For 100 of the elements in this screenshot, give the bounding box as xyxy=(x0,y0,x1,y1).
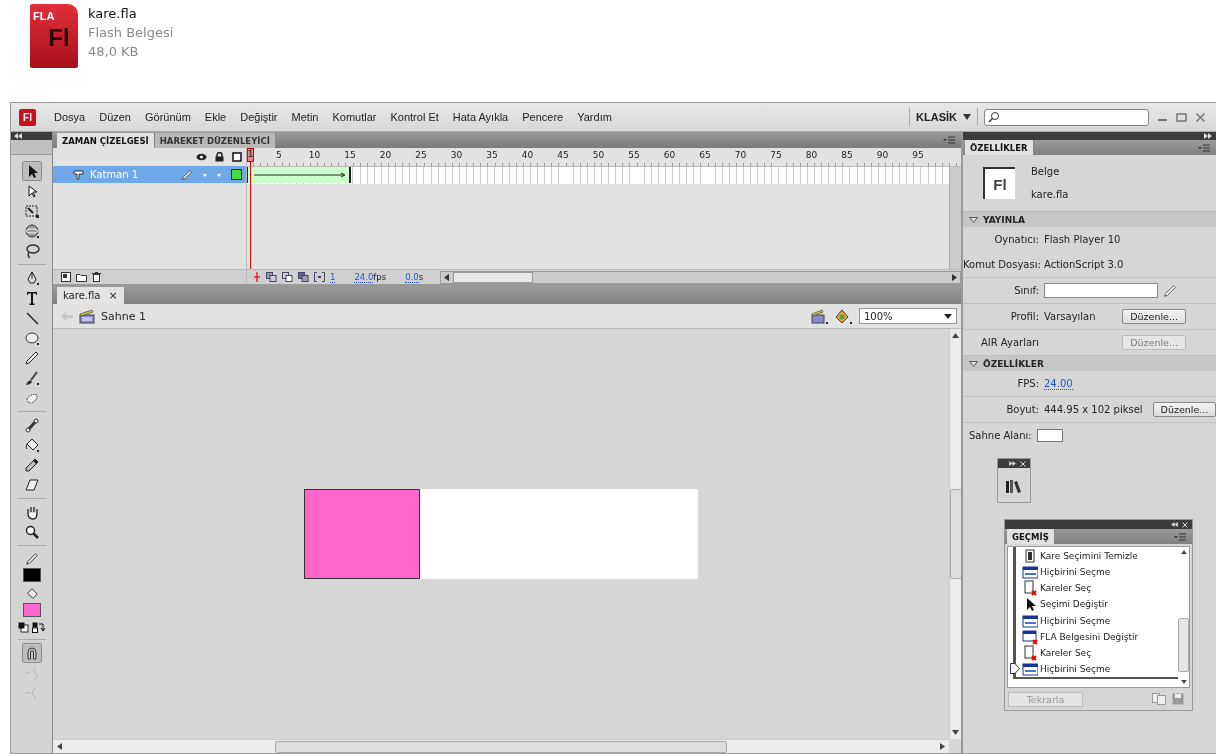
folder-icon[interactable] xyxy=(76,272,87,282)
scroll-down-icon[interactable] xyxy=(952,730,959,735)
bone-icon xyxy=(23,417,40,433)
stage-canvas[interactable] xyxy=(304,489,698,579)
menu-item[interactable]: Pencere xyxy=(515,111,571,123)
vertical-scrollbar[interactable] xyxy=(949,329,961,739)
frame-rate[interactable]: 24.0 xyxy=(354,271,374,283)
edit-button[interactable]: Düzenle... xyxy=(1152,402,1216,417)
menu-item[interactable]: Hata Ayıkla xyxy=(445,111,516,123)
lock-icon[interactable] xyxy=(215,152,224,162)
layer-color-square[interactable] xyxy=(231,169,242,180)
history-item[interactable]: FLA Belgesini Değiştir xyxy=(1010,628,1178,645)
menu-item[interactable]: Değiştir xyxy=(233,111,285,123)
menu-item[interactable]: Dosya xyxy=(47,111,93,123)
panel-tab[interactable]: ÖZELLİKLER xyxy=(965,140,1034,155)
collapse-icon[interactable] xyxy=(1171,522,1178,527)
scroll-right-icon[interactable] xyxy=(940,743,945,750)
expand-icon[interactable] xyxy=(1009,461,1016,466)
menu-item[interactable]: Kontrol Et xyxy=(383,111,446,123)
panel-tab[interactable]: GEÇMİŞ xyxy=(1007,529,1055,544)
tween-span[interactable] xyxy=(247,167,351,183)
current-frame[interactable]: 1 xyxy=(330,271,336,283)
menu-item[interactable]: Düzen xyxy=(92,111,138,123)
stage-color-swatch[interactable] xyxy=(1036,429,1063,442)
scroll-up-icon[interactable] xyxy=(952,333,959,338)
elapsed-time[interactable]: 0.0 xyxy=(405,271,419,283)
onion-skin-icon[interactable] xyxy=(266,272,277,282)
horizontal-scrollbar[interactable] xyxy=(53,739,949,753)
horizontal-scrollbar[interactable] xyxy=(440,270,961,284)
frame-number: 85 xyxy=(843,150,851,160)
onion-markers-icon[interactable] xyxy=(314,272,325,282)
close-tab-button[interactable]: × xyxy=(108,289,118,302)
playhead-center-icon[interactable] xyxy=(253,272,261,282)
vertical-scrollbar[interactable] xyxy=(949,167,961,269)
edit-button[interactable]: Düzenle... xyxy=(1122,309,1186,324)
menu-item[interactable]: Komutlar xyxy=(325,111,384,123)
workspace-dropdown[interactable]: KLASİK xyxy=(916,111,971,123)
scroll-down-icon[interactable] xyxy=(1180,680,1187,684)
books-icon[interactable] xyxy=(1005,478,1023,494)
menu-item[interactable]: Metin xyxy=(284,111,326,123)
disclosure-icon xyxy=(969,360,978,367)
zoom-icon xyxy=(23,524,40,540)
property-value[interactable]: 24.00 xyxy=(1044,377,1073,390)
rectangle-shape[interactable] xyxy=(304,489,420,579)
frame-ruler[interactable]: 1 5 10 15 20 25 30 35 40 45 50 55 60 65 70 75 80 85 90 95 xyxy=(247,148,961,167)
history-slider-icon[interactable] xyxy=(1010,663,1020,675)
scroll-left-icon[interactable] xyxy=(57,743,62,750)
scene-name[interactable]: Sahne 1 xyxy=(101,309,146,323)
lasso-icon xyxy=(23,243,40,259)
default-colors-icon[interactable] xyxy=(18,622,29,633)
maximize-icon[interactable] xyxy=(1176,111,1187,123)
tool-option-button[interactable] xyxy=(21,643,42,663)
history-item[interactable]: Kareler Seç xyxy=(1010,644,1178,661)
scroll-thumb[interactable] xyxy=(453,271,534,283)
document-tab[interactable]: kare.fla × xyxy=(57,287,124,304)
tool-button[interactable] xyxy=(21,161,42,181)
menu-item[interactable]: Yardım xyxy=(570,111,619,123)
panel-grip[interactable] xyxy=(11,140,52,155)
history-item[interactable]: Kareler Seç xyxy=(1010,580,1178,597)
class-input-field[interactable] xyxy=(1044,283,1158,298)
edit-scene-icon[interactable] xyxy=(811,308,829,324)
history-item[interactable]: Hiçbirini Seçme xyxy=(1010,564,1178,581)
panel-tab[interactable]: HAREKET DÜZENLEYİCİ xyxy=(154,133,276,148)
onion-outline-icon[interactable] xyxy=(282,272,293,282)
frame-number: 70 xyxy=(736,150,744,160)
pencil-icon[interactable] xyxy=(1163,283,1177,298)
section-header[interactable]: YAYINLA xyxy=(963,212,1216,227)
stroke-color-swatch[interactable] xyxy=(22,568,41,582)
disclosure-icon xyxy=(969,216,978,223)
new-layer-icon[interactable] xyxy=(61,272,71,282)
history-item[interactable]: Kare Seçimini Temizle xyxy=(1010,548,1178,565)
edit-multiple-icon[interactable] xyxy=(298,272,309,282)
history-item[interactable]: Hiçbirini Seçme xyxy=(1010,612,1178,629)
flash-file-icon[interactable]: FLA Fl xyxy=(30,4,78,68)
scroll-thumb[interactable] xyxy=(949,489,962,579)
scroll-left-icon[interactable] xyxy=(444,273,450,281)
scroll-thumb[interactable] xyxy=(275,740,727,753)
search-field[interactable] xyxy=(984,108,1149,126)
dot-icon[interactable] xyxy=(217,172,221,177)
swap-colors-icon[interactable] xyxy=(32,622,45,633)
trash-icon[interactable] xyxy=(92,272,101,282)
frame-number: 95 xyxy=(914,150,922,160)
scroll-up-icon[interactable] xyxy=(1180,550,1187,554)
menu-item[interactable]: Ekle xyxy=(197,111,234,123)
fill-color-swatch[interactable] xyxy=(22,603,41,617)
history-item[interactable]: Seçimi Değiştir xyxy=(1010,596,1178,613)
dot-icon[interactable] xyxy=(203,172,207,177)
history-item[interactable]: Hiçbirini Seçme xyxy=(1010,660,1178,677)
property-label: Oynatıcı: xyxy=(993,234,1039,245)
brush-icon xyxy=(23,370,40,386)
panel-tab[interactable]: ZAMAN ÇİZELGESİ xyxy=(57,133,155,148)
section-header[interactable]: ÖZELLİKLER xyxy=(963,356,1216,371)
menu-item[interactable]: Görünüm xyxy=(138,111,198,123)
scroll-thumb[interactable] xyxy=(1178,618,1189,672)
edit-symbols-icon[interactable] xyxy=(835,308,853,324)
outline-icon[interactable] xyxy=(232,152,242,162)
eye-icon[interactable] xyxy=(196,153,207,161)
zoom-dropdown[interactable]: 100% xyxy=(859,308,957,324)
scroll-right-icon[interactable] xyxy=(952,273,957,281)
close-icon[interactable] xyxy=(1195,111,1206,123)
